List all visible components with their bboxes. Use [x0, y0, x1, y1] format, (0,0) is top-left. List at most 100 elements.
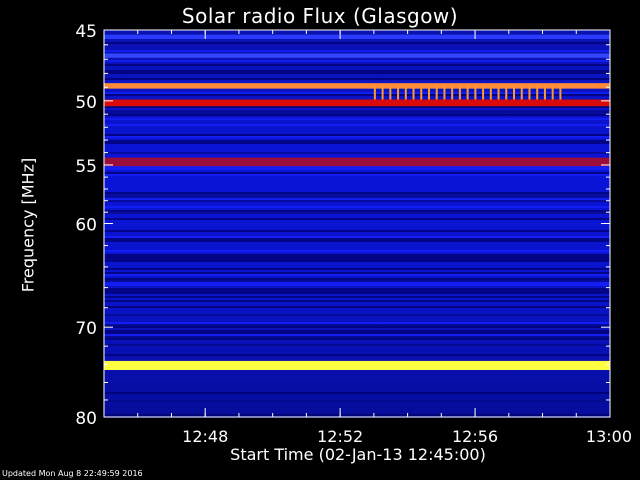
heatmap-stripe	[104, 64, 610, 66]
emission-band	[104, 157, 610, 167]
emission-band	[104, 53, 610, 58]
emission-band	[104, 83, 610, 89]
burst-spike	[513, 85, 516, 100]
burst-spike	[389, 85, 392, 100]
heatmap-stripe	[104, 258, 610, 260]
y-tick-label: 70	[75, 319, 97, 339]
heatmap-stripe	[104, 330, 610, 332]
heatmap-stripe	[104, 336, 610, 338]
heatmap-stripe	[104, 200, 610, 202]
heatmap-stripe	[104, 240, 610, 242]
heatmap-stripe	[104, 254, 610, 256]
heatmap-stripe	[104, 268, 610, 270]
heatmap-stripe	[104, 272, 610, 274]
heatmap-stripe	[104, 392, 610, 394]
heatmap-stripe	[104, 274, 610, 276]
heatmap-stripe	[104, 142, 610, 144]
update-timestamp: Updated Mon Aug 8 22:49:59 2016	[2, 469, 143, 478]
heatmap-stripe	[104, 212, 610, 214]
emission-band	[104, 99, 610, 107]
heatmap-stripe	[104, 400, 610, 402]
heatmap-stripe	[104, 194, 610, 196]
heatmap-stripe	[104, 60, 610, 62]
heatmap-stripe	[104, 118, 610, 120]
burst-spike	[397, 85, 400, 100]
heatmap-stripe	[104, 288, 610, 290]
x-tick-label: 13:00	[586, 427, 632, 446]
heatmap-stripe	[104, 414, 610, 416]
y-tick-label: 80	[75, 409, 97, 429]
heatmap-stripe	[104, 292, 610, 294]
burst-spike	[373, 85, 376, 100]
heatmap-stripe	[104, 206, 610, 208]
heatmap-stripe	[104, 334, 610, 336]
y-tick-label: 50	[75, 93, 97, 113]
heatmap-stripe	[104, 78, 610, 80]
burst-spike	[404, 85, 407, 100]
heatmap-stripe	[104, 198, 610, 200]
heatmap-stripe	[104, 112, 610, 114]
burst-spike	[451, 85, 454, 100]
heatmap-stripe	[104, 168, 610, 170]
heatmap-stripe	[104, 140, 610, 142]
heatmap-stripe	[104, 326, 610, 328]
heatmap-stripe	[104, 114, 610, 116]
heatmap-stripe	[104, 72, 610, 74]
heatmap-stripe	[104, 166, 610, 168]
burst-spike	[420, 85, 423, 100]
heatmap-stripe	[104, 344, 610, 346]
heatmap-stripe	[104, 196, 610, 198]
heatmap-stripe	[104, 332, 610, 334]
heatmap-stripe	[104, 210, 610, 212]
x-tick-label: 12:56	[452, 427, 498, 446]
heatmap-stripe	[104, 174, 610, 176]
heatmap-stripe	[104, 236, 610, 238]
burst-spike	[443, 85, 446, 100]
heatmap-stripe	[104, 218, 610, 220]
heatmap-stripe	[104, 290, 610, 292]
burst-spike	[466, 85, 469, 100]
y-tick-label: 60	[75, 216, 97, 236]
y-axis-label: Frequency [MHz]	[18, 157, 38, 293]
heatmap-stripe	[104, 282, 610, 284]
burst-spike	[427, 85, 430, 100]
heatmap-stripe	[104, 322, 610, 324]
heatmap-stripe	[104, 324, 610, 326]
heatmap-area	[104, 30, 610, 418]
burst-spike	[435, 85, 438, 100]
heatmap-stripe	[104, 136, 610, 138]
burst-spike	[520, 85, 523, 100]
x-tick-label: 12:48	[182, 427, 228, 446]
y-tick-label: 55	[75, 157, 97, 177]
burst-spike	[412, 85, 415, 100]
heatmap-stripe	[104, 300, 610, 302]
x-axis-label: Start Time (02-Jan-13 12:45:00)	[230, 445, 486, 464]
heatmap-stripe	[104, 152, 610, 154]
heatmap-stripe	[104, 314, 610, 316]
burst-spike	[505, 85, 508, 100]
spectrogram-plot: 45 50 55 60 70 80 12:48 12:52 12:56 13:00	[75, 22, 632, 446]
burst-spike	[497, 85, 500, 100]
heatmap-stripe	[104, 42, 610, 44]
emission-band	[104, 34, 610, 39]
burst-spike	[543, 85, 546, 100]
heatmap-stripe	[104, 250, 610, 252]
heatmap-stripe	[104, 338, 610, 340]
y-tick-label: 45	[75, 22, 97, 42]
heatmap-stripe	[104, 260, 610, 262]
heatmap-stripe	[104, 124, 610, 126]
heatmap-stripe	[104, 106, 610, 108]
burst-spike	[528, 85, 531, 100]
heatmap-stripe	[104, 284, 610, 286]
heatmap-stripe	[104, 280, 610, 282]
heatmap-stripe	[104, 256, 610, 258]
heatmap-stripe	[104, 354, 610, 356]
heatmap-stripe	[104, 296, 610, 298]
burst-spike	[381, 85, 384, 100]
burst-spike	[551, 85, 554, 100]
burst-spike	[489, 85, 492, 100]
heatmap-stripe	[104, 230, 610, 232]
heatmap-stripe	[104, 306, 610, 308]
heatmap-stripe	[104, 70, 610, 72]
burst-spike	[458, 85, 461, 100]
